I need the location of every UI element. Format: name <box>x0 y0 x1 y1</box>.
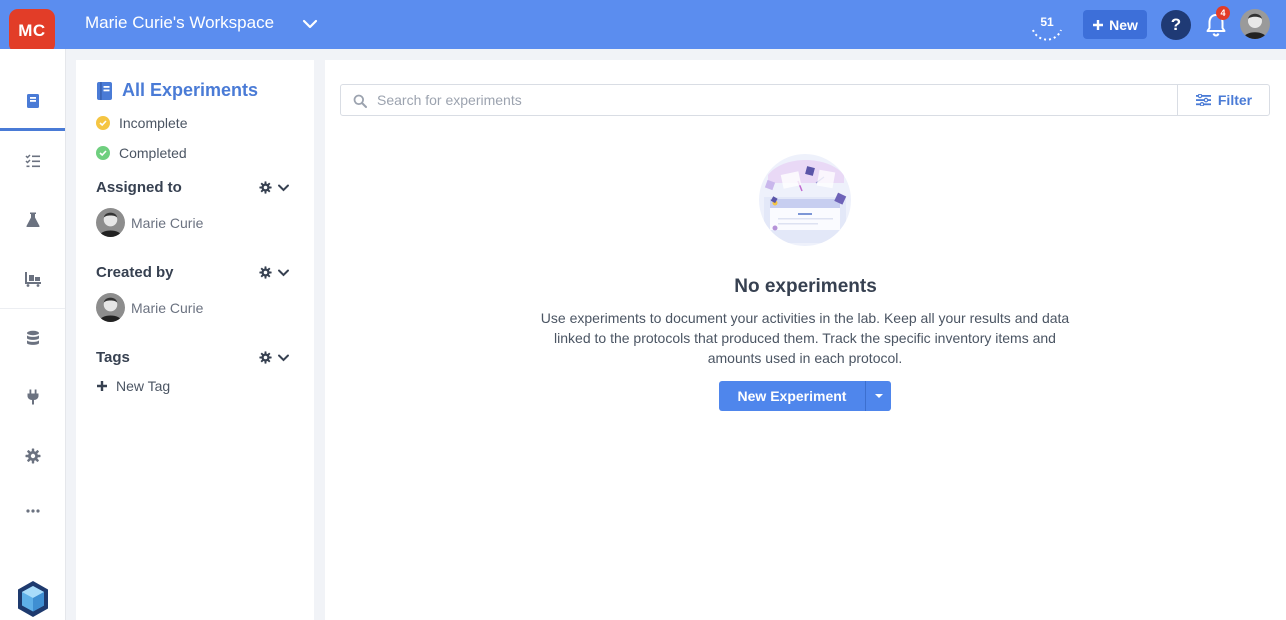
search-icon <box>353 94 367 108</box>
gear-icon[interactable] <box>259 351 272 364</box>
notification-badge: 4 <box>1216 6 1230 20</box>
chevron-down-icon[interactable] <box>277 181 290 194</box>
filter-panel: All Experiments Incomplete Completed Ass… <box>76 60 314 620</box>
top-bar: MC Marie Curie's Workspace 51 New ? 4 <box>0 0 1286 70</box>
search-bar: Filter <box>340 84 1270 116</box>
new-tag-button[interactable]: New Tag <box>96 378 170 394</box>
brand-cube-icon[interactable] <box>16 580 50 618</box>
rail-item-experiments[interactable] <box>0 74 65 131</box>
created-by-title: Created by <box>96 264 174 281</box>
tags-tools <box>259 351 290 364</box>
inventory-icon <box>24 272 41 287</box>
new-experiment-split-button: New Experiment <box>719 381 891 411</box>
gear-icon[interactable] <box>259 181 272 194</box>
task-counter[interactable]: 51 <box>1029 10 1065 42</box>
created-by-tools <box>259 266 290 279</box>
tags-title: Tags <box>96 349 130 366</box>
flask-icon <box>25 212 40 227</box>
rail-item-inventory[interactable] <box>0 251 65 307</box>
creator-person-name: Marie Curie <box>131 299 204 316</box>
filter-button[interactable]: Filter <box>1177 85 1270 115</box>
assigned-to-tools <box>259 181 290 194</box>
rail-item-data[interactable] <box>0 310 65 366</box>
chevron-down-icon[interactable] <box>277 266 290 279</box>
empty-state-title: No experiments <box>734 276 877 297</box>
created-by-header: Created by <box>96 264 290 281</box>
checklist-icon <box>24 154 40 168</box>
rail-divider <box>0 308 65 309</box>
plus-icon <box>1093 19 1104 30</box>
user-avatar[interactable] <box>1240 9 1270 39</box>
empty-state-illustration <box>759 154 851 246</box>
database-icon <box>26 330 39 345</box>
new-tag-label: New Tag <box>116 378 171 394</box>
assigned-to-header: Assigned to <box>96 179 290 196</box>
status-incomplete[interactable]: Incomplete <box>96 115 187 131</box>
tags-header: Tags <box>96 349 290 366</box>
new-experiment-dropdown[interactable] <box>865 381 891 411</box>
all-experiments-label: All Experiments <box>122 80 259 100</box>
gear-icon[interactable] <box>259 266 272 279</box>
main-content: Filter No experiments Use exp <box>325 60 1286 620</box>
rail-item-integrations[interactable] <box>0 369 65 425</box>
assigned-person[interactable]: Marie Curie <box>96 208 203 237</box>
notebook-icon <box>26 94 39 108</box>
status-incomplete-label: Incomplete <box>119 115 188 131</box>
rail-item-settings[interactable] <box>0 428 65 484</box>
rail-item-tasks[interactable] <box>0 133 65 189</box>
caret-down-icon <box>874 394 883 398</box>
filter-lines-icon <box>1195 94 1211 106</box>
help-button[interactable]: ? <box>1161 10 1191 40</box>
assigned-person-name: Marie Curie <box>131 214 204 231</box>
incomplete-check-icon <box>96 116 110 130</box>
creator-person[interactable]: Marie Curie <box>96 293 203 322</box>
notebook-icon <box>97 81 112 100</box>
search-input[interactable] <box>377 85 1167 115</box>
new-button-label: New <box>1109 16 1138 33</box>
rail-item-protocols[interactable] <box>0 192 65 248</box>
completed-check-icon <box>96 146 110 160</box>
new-button[interactable]: New <box>1083 10 1147 39</box>
left-rail <box>0 49 66 620</box>
status-completed[interactable]: Completed <box>96 145 187 161</box>
empty-state-description: Use experiments to document your activit… <box>540 310 1070 366</box>
workspace-title[interactable]: Marie Curie's Workspace <box>85 13 274 33</box>
chevron-down-icon[interactable] <box>277 351 290 364</box>
workspace-logo[interactable]: MC <box>9 9 55 53</box>
avatar <box>96 293 125 322</box>
filter-label: Filter <box>1217 92 1253 108</box>
status-completed-label: Completed <box>119 145 187 161</box>
assigned-to-title: Assigned to <box>96 179 182 196</box>
plus-icon <box>97 381 107 391</box>
gear-icon <box>25 448 40 464</box>
more-icon <box>25 509 40 513</box>
new-experiment-button[interactable]: New Experiment <box>719 381 865 411</box>
rail-item-more[interactable] <box>0 483 65 539</box>
chevron-down-icon[interactable] <box>301 15 319 33</box>
all-experiments-link[interactable]: All Experiments <box>96 80 258 101</box>
plug-icon <box>27 389 38 405</box>
avatar <box>96 208 125 237</box>
counter-value: 51 <box>1040 15 1054 29</box>
